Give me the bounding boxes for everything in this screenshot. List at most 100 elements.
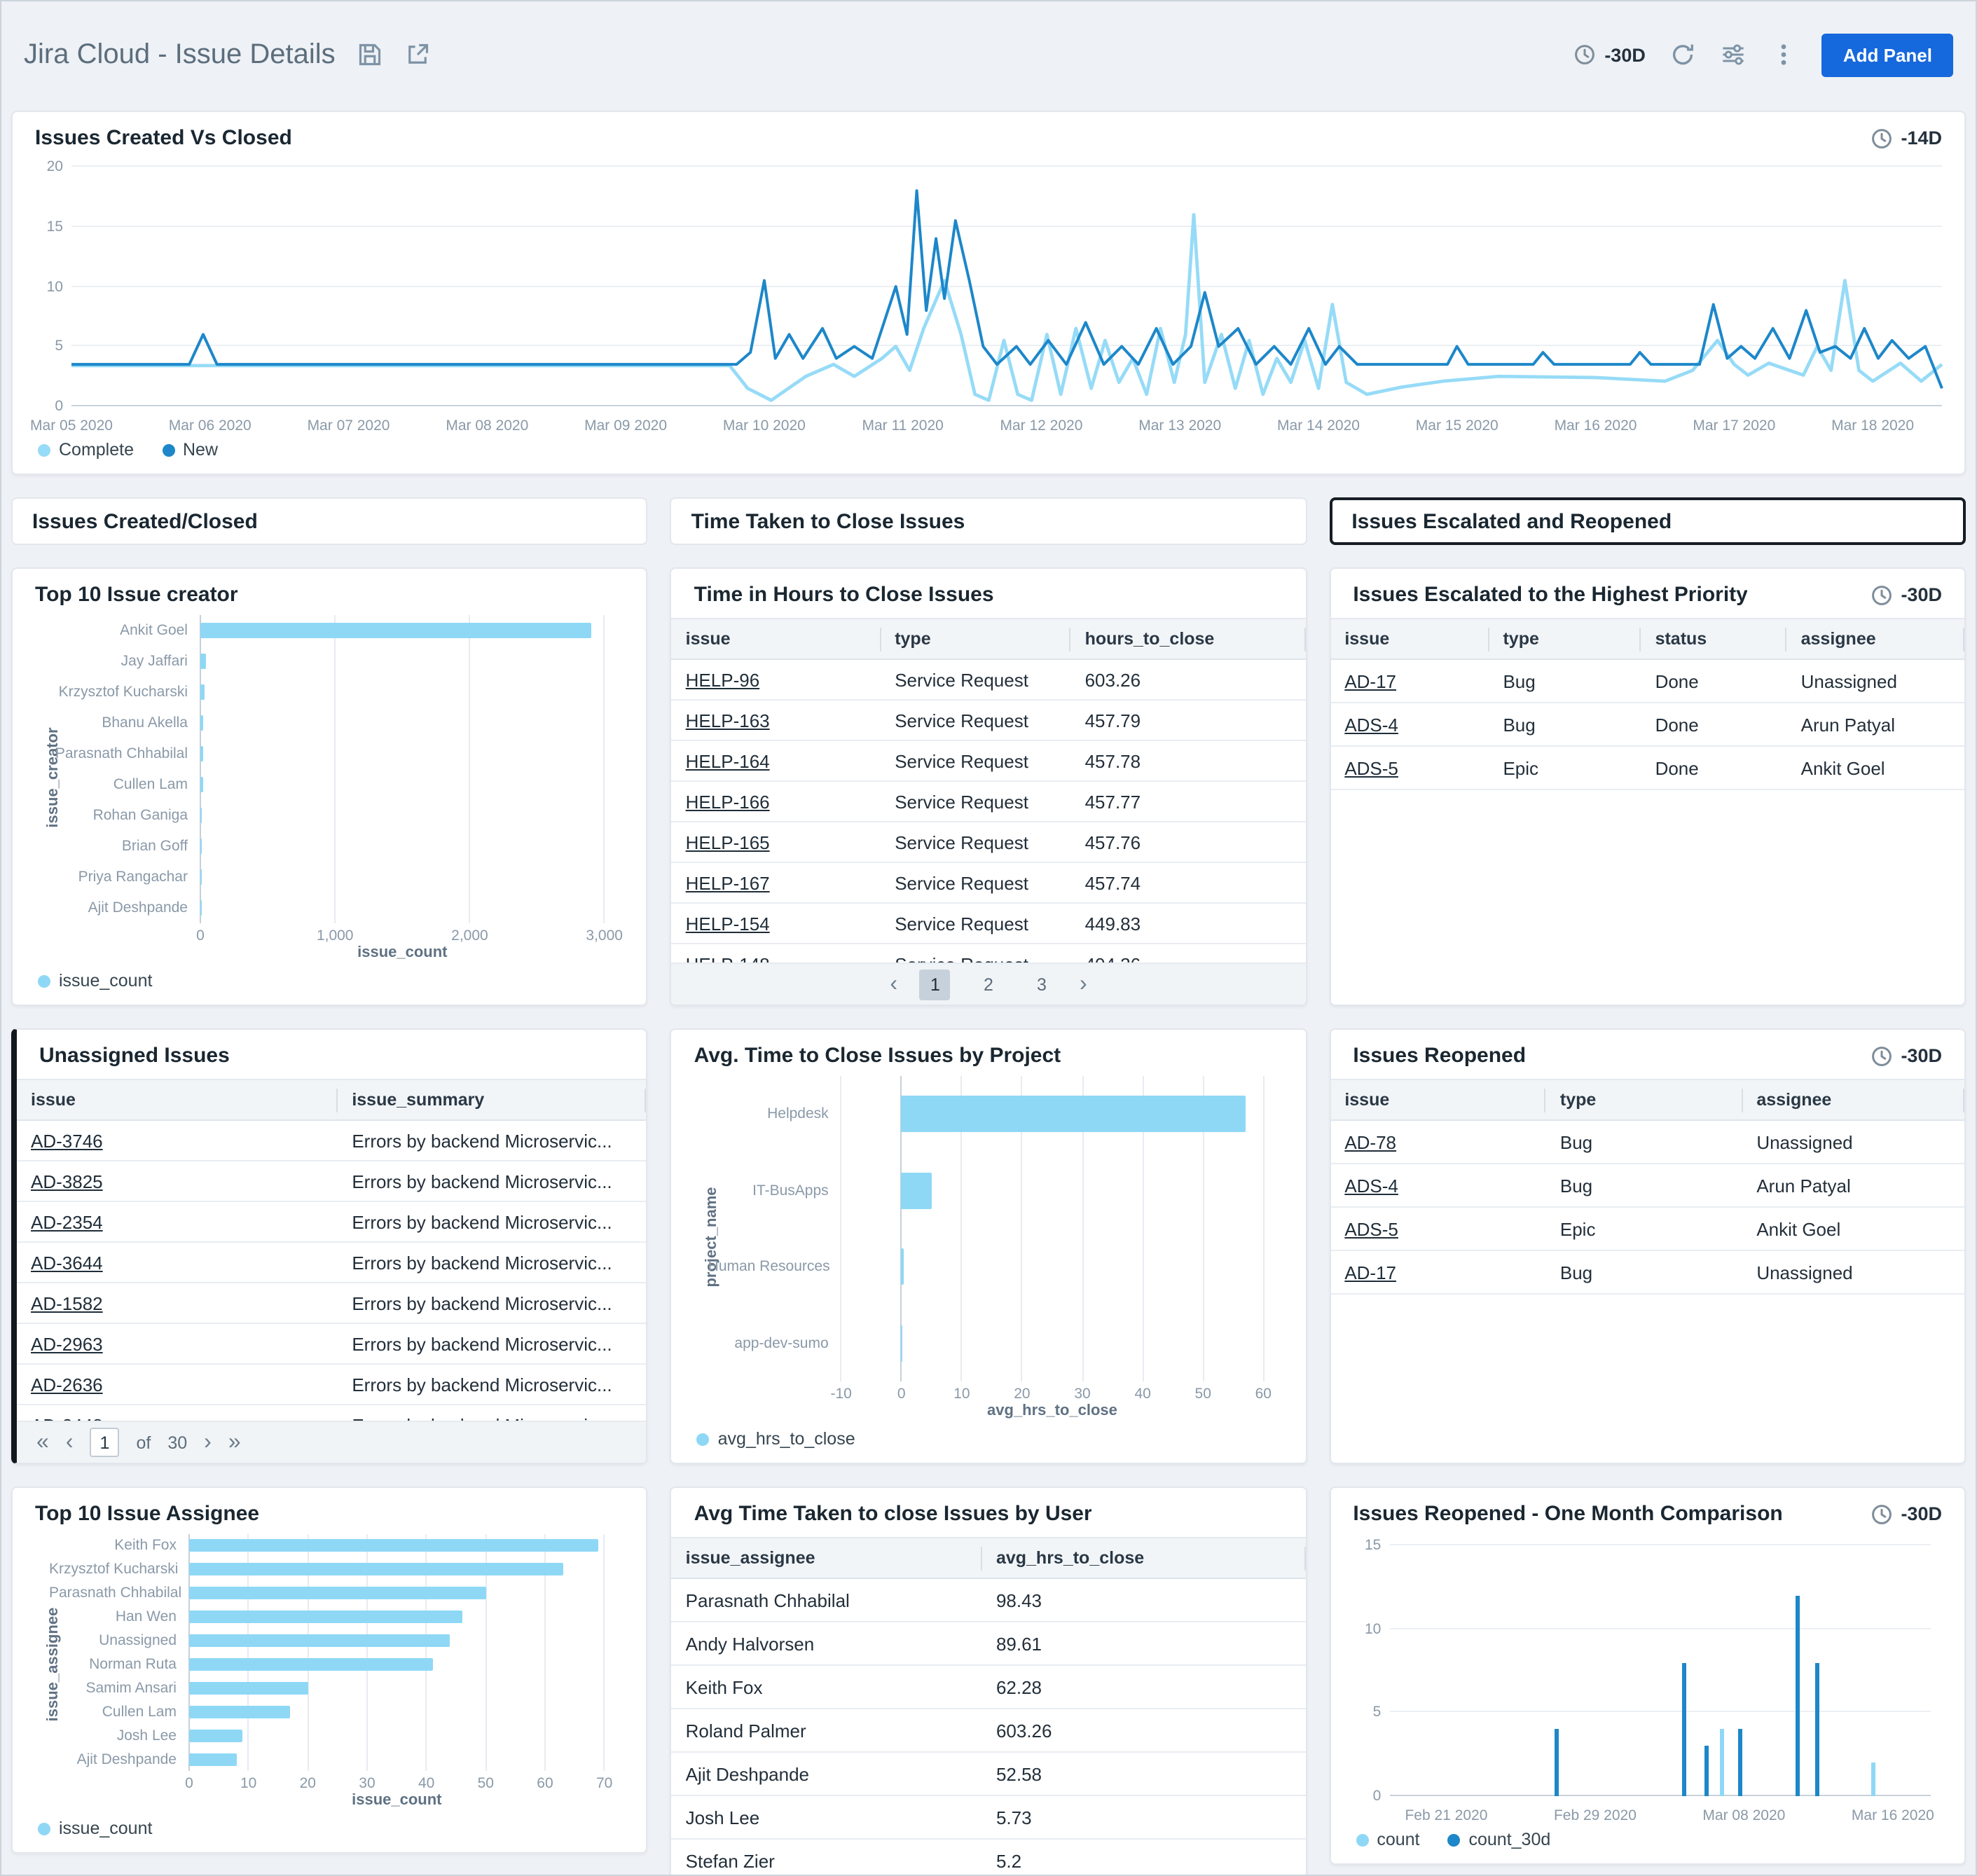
- legend-item-avg-hrs-to-close[interactable]: avg_hrs_to_close: [697, 1429, 855, 1449]
- bar-brian-goff[interactable]: [200, 839, 202, 854]
- bar-jay-jaffari[interactable]: [200, 654, 206, 669]
- bar-count-30d[interactable]: [1796, 1596, 1800, 1796]
- column-header-issue[interactable]: issue: [672, 627, 881, 651]
- column-header-issue-summary[interactable]: issue_summary: [338, 1088, 646, 1112]
- next-page-button[interactable]: ›: [1080, 973, 1087, 995]
- bar-count-30d[interactable]: [1682, 1662, 1686, 1796]
- last-page-button[interactable]: »: [228, 1431, 241, 1454]
- legend-item-complete[interactable]: Complete: [38, 440, 134, 460]
- page-button-3[interactable]: 3: [1026, 969, 1057, 1000]
- first-page-button[interactable]: «: [36, 1431, 49, 1454]
- created-vs-closed-chart[interactable]: 05101520Mar 05 2020Mar 06 2020Mar 07 202…: [29, 158, 1942, 434]
- issue-link[interactable]: AD-3644: [31, 1252, 103, 1273]
- page-button-1[interactable]: 1: [920, 969, 951, 1000]
- panel-time-range[interactable]: -30D: [1870, 1503, 1942, 1525]
- bar-count[interactable]: [1872, 1763, 1876, 1796]
- bar-unassigned[interactable]: [189, 1634, 450, 1647]
- column-header-type[interactable]: type: [1489, 627, 1641, 651]
- column-header-issue-assignee[interactable]: issue_assignee: [672, 1546, 982, 1570]
- issue-link[interactable]: HELP-163: [686, 710, 770, 731]
- column-header-type[interactable]: type: [1546, 1088, 1742, 1112]
- avg-time-by-project-chart[interactable]: project_nameHelpdeskIT-BusAppsHuman Reso…: [672, 1070, 1306, 1423]
- bar-cullen-lam[interactable]: [200, 777, 202, 792]
- bar-ajit-deshpande[interactable]: [200, 900, 202, 916]
- issue-link[interactable]: HELP-164: [686, 750, 770, 771]
- issue-link[interactable]: HELP-165: [686, 832, 770, 853]
- bar-bhanu-akella[interactable]: [200, 715, 204, 731]
- bar-cullen-lam[interactable]: [189, 1706, 290, 1718]
- bar-count-30d[interactable]: [1738, 1730, 1742, 1796]
- bar-count-30d[interactable]: [1704, 1746, 1708, 1796]
- issue-link[interactable]: HELP-154: [686, 913, 770, 934]
- column-header-avg-hrs-to-close[interactable]: avg_hrs_to_close: [982, 1546, 1305, 1570]
- export-icon[interactable]: [406, 42, 431, 67]
- bar-rohan-ganiga[interactable]: [200, 808, 202, 823]
- issue-link[interactable]: AD-1582: [31, 1292, 103, 1313]
- section-header-escalated-reopened[interactable]: Issues Escalated and Reopened: [1329, 497, 1966, 545]
- bar-human-resources[interactable]: [902, 1249, 904, 1285]
- legend-item-issue-count[interactable]: issue_count: [38, 971, 152, 991]
- bar-han-wen[interactable]: [189, 1611, 462, 1623]
- column-header-issue[interactable]: issue: [1330, 1088, 1546, 1112]
- issue-link[interactable]: ADS-5: [1344, 757, 1398, 778]
- issue-link[interactable]: AD-2354: [31, 1211, 103, 1232]
- issue-link[interactable]: AD-3825: [31, 1171, 103, 1192]
- refresh-icon[interactable]: [1671, 42, 1696, 67]
- column-header-hours-to-close[interactable]: hours_to_close: [1071, 627, 1306, 651]
- issue-link[interactable]: AD-2636: [31, 1374, 103, 1395]
- section-header-issues-created-closed[interactable]: Issues Created/Closed: [11, 497, 648, 545]
- issue-link[interactable]: ADS-4: [1344, 1175, 1398, 1196]
- filters-icon[interactable]: [1721, 42, 1747, 67]
- bar-it-busapps[interactable]: [902, 1173, 932, 1209]
- bar-norman-ruta[interactable]: [189, 1658, 432, 1671]
- legend-item-new[interactable]: New: [162, 440, 218, 460]
- bar-krzysztof-kucharski[interactable]: [200, 684, 205, 700]
- prev-page-button[interactable]: ‹: [66, 1431, 74, 1454]
- issue-link[interactable]: AD-17: [1344, 1262, 1396, 1283]
- issue-link[interactable]: AD-17: [1344, 670, 1396, 691]
- top-issue-assignee-chart[interactable]: issue_assigneeKeith FoxKrzysztof Kuchars…: [13, 1529, 647, 1813]
- series-new[interactable]: [71, 191, 1942, 388]
- column-header-assignee[interactable]: assignee: [1787, 627, 1964, 651]
- legend-item-count[interactable]: count: [1356, 1830, 1419, 1849]
- legend-item-issue-count[interactable]: issue_count: [38, 1819, 152, 1838]
- bar-helpdesk[interactable]: [902, 1096, 1246, 1133]
- bar-ajit-deshpande[interactable]: [189, 1753, 237, 1765]
- issue-link[interactable]: AD-78: [1344, 1131, 1396, 1152]
- panel-time-range[interactable]: -30D: [1870, 584, 1942, 606]
- issue-link[interactable]: ADS-4: [1344, 714, 1398, 735]
- bar-krzysztof-kucharski[interactable]: [189, 1564, 563, 1576]
- legend-item-count-30d[interactable]: count_30d: [1448, 1830, 1551, 1849]
- bar-parasnath-chhabilal[interactable]: [189, 1587, 485, 1600]
- issue-link[interactable]: HELP-96: [686, 669, 760, 690]
- issue-link[interactable]: AD-2448: [31, 1414, 103, 1421]
- column-header-type[interactable]: type: [881, 627, 1070, 651]
- save-icon[interactable]: [358, 42, 383, 67]
- next-page-button[interactable]: ›: [204, 1431, 212, 1454]
- issue-link[interactable]: HELP-148: [686, 953, 770, 963]
- issue-link[interactable]: HELP-166: [686, 791, 770, 812]
- bar-samim-ansari[interactable]: [189, 1682, 308, 1695]
- column-header-issue[interactable]: issue: [17, 1088, 338, 1112]
- bar-count-30d[interactable]: [1815, 1662, 1819, 1796]
- prev-page-button[interactable]: ‹: [890, 973, 897, 995]
- issue-link[interactable]: AD-2963: [31, 1333, 103, 1354]
- panel-time-range[interactable]: -30D: [1870, 1044, 1942, 1067]
- column-header-assignee[interactable]: assignee: [1742, 1088, 1964, 1112]
- bar-priya-rangachar[interactable]: [200, 869, 202, 885]
- reopened-comparison-chart[interactable]: 051015Feb 21 2020Feb 29 2020Mar 08 2020M…: [1353, 1537, 1939, 1824]
- bar-ankit-goel[interactable]: [200, 623, 591, 638]
- bar-app-dev-sumo[interactable]: [902, 1325, 903, 1362]
- bar-count-30d[interactable]: [1555, 1730, 1559, 1796]
- issue-link[interactable]: AD-3746: [31, 1130, 103, 1151]
- global-time-range[interactable]: -30D: [1573, 43, 1646, 66]
- bar-parasnath-chhabilal[interactable]: [200, 746, 203, 761]
- issue-link[interactable]: HELP-167: [686, 872, 770, 893]
- kebab-menu-icon[interactable]: [1772, 42, 1797, 67]
- column-header-issue[interactable]: issue: [1330, 627, 1489, 651]
- issue-link[interactable]: ADS-5: [1344, 1218, 1398, 1239]
- section-header-time-taken[interactable]: Time Taken to Close Issues: [670, 497, 1307, 545]
- series-complete[interactable]: [71, 214, 1942, 400]
- panel-time-range[interactable]: -14D: [1870, 127, 1942, 149]
- bar-count[interactable]: [1720, 1730, 1724, 1796]
